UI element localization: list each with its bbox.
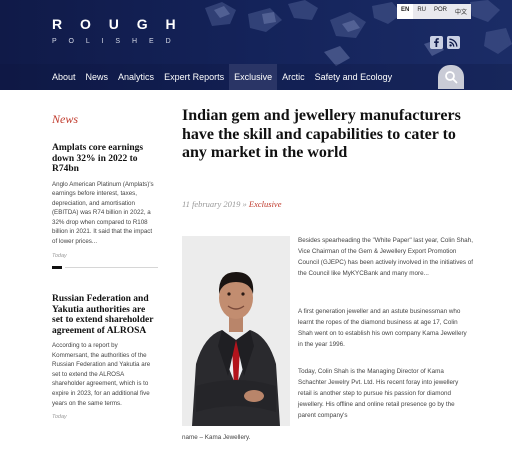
news-item-title[interactable]: Amplats core earnings down 32% in 2022 t… — [52, 143, 156, 175]
article-paragraph: A first generation jeweller and an astut… — [298, 308, 467, 348]
language-option-ru[interactable]: RU — [413, 4, 430, 19]
nav-item-about[interactable]: About — [47, 64, 81, 90]
language-option-por[interactable]: POR — [430, 4, 451, 19]
sidebar-news-item[interactable]: Amplats core earnings down 32% in 2022 t… — [52, 143, 156, 259]
main-nav: About News Analytics Expert Reports Excl… — [0, 64, 512, 90]
news-item-title[interactable]: Russian Federation and Yakutia authoriti… — [52, 294, 156, 336]
article-paragraph: Today, Colin Shah is the Managing Direct… — [298, 368, 459, 419]
article-date: 11 february 2019 — [182, 199, 241, 209]
search-icon — [445, 71, 458, 84]
news-divider-line — [65, 267, 158, 268]
language-switcher: EN RU POR 中文 — [397, 4, 472, 19]
news-item-date: Today — [52, 414, 67, 421]
rss-icon[interactable] — [447, 36, 460, 49]
news-item-excerpt: According to a report by Kommersant, the… — [52, 342, 151, 407]
nav-item-news[interactable]: News — [81, 64, 114, 90]
logo-wordmark-bottom: P O L I S H E D — [52, 38, 176, 45]
sidebar-news-heading[interactable]: News — [52, 112, 78, 127]
language-option-zh[interactable]: 中文 — [451, 4, 471, 19]
search-button[interactable] — [438, 65, 464, 89]
article-paragraph: name – Kama Jewellery. — [182, 434, 251, 441]
news-item-date: Today — [52, 252, 67, 259]
language-option-en[interactable]: EN — [397, 4, 414, 19]
site-header: R O U G H P O L I S H E D EN RU POR 中文 A… — [0, 0, 512, 90]
social-links — [430, 36, 460, 49]
news-divider-mark — [52, 266, 62, 269]
nav-item-arctic[interactable]: Arctic — [277, 64, 310, 90]
news-item-excerpt: Anglo American Platinum (Amplats)'s earn… — [52, 180, 154, 246]
article-category-link[interactable]: Exclusive — [249, 199, 282, 209]
nav-item-expert-reports[interactable]: Expert Reports — [159, 64, 229, 90]
article-title: Indian gem and jewellery manufacturers h… — [182, 107, 461, 162]
nav-item-analytics[interactable]: Analytics — [113, 64, 159, 90]
byline-separator: » — [242, 199, 247, 209]
site-logo[interactable]: R O U G H P O L I S H E D — [52, 16, 183, 45]
article-portrait-photo — [182, 236, 290, 426]
facebook-icon[interactable] — [430, 36, 443, 49]
nav-item-safety-and-ecology[interactable]: Safety and Ecology — [310, 64, 398, 90]
nav-item-exclusive[interactable]: Exclusive — [229, 64, 278, 90]
article-paragraph: Besides spearheading the "White Paper" l… — [298, 237, 473, 277]
article-byline: 11 february 2019 » Exclusive — [182, 199, 281, 209]
sidebar-news-item[interactable]: Russian Federation and Yakutia authoriti… — [52, 294, 156, 420]
logo-wordmark-top: R O U G H — [52, 16, 183, 32]
